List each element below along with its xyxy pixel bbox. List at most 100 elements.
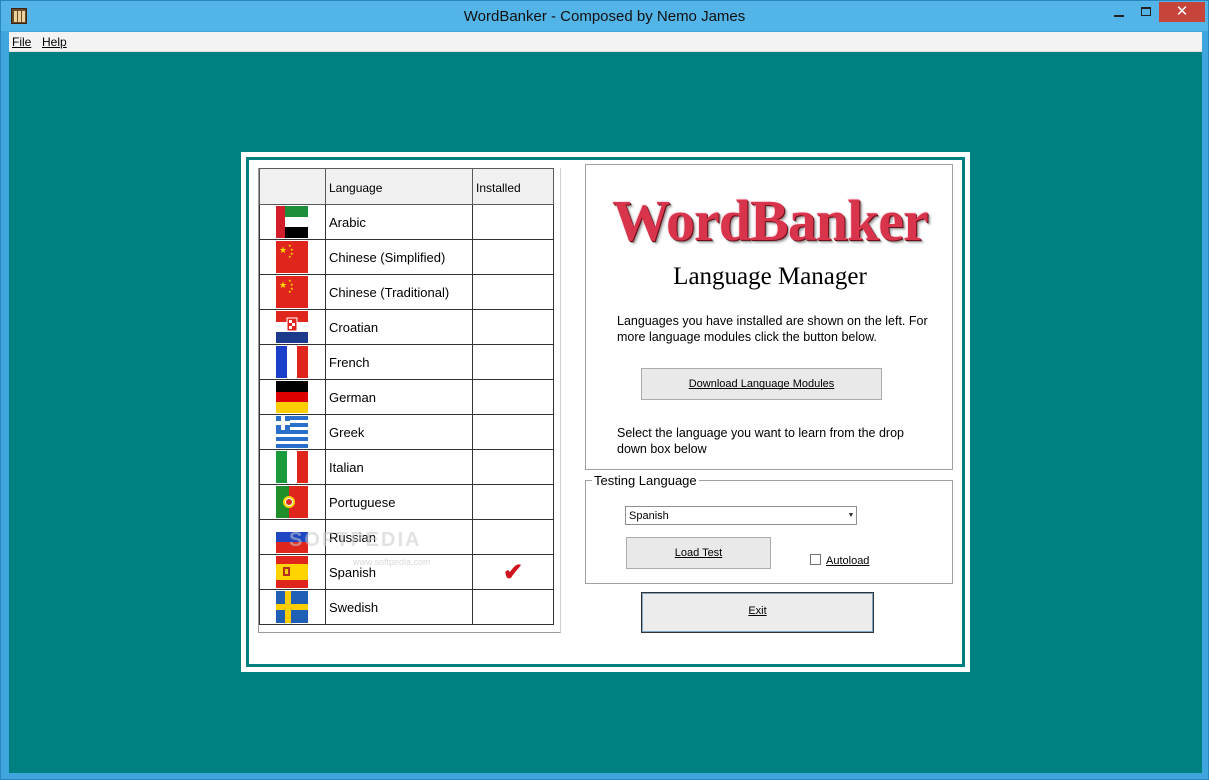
testing-language-legend: Testing Language <box>592 473 699 488</box>
greece-flag-icon <box>276 416 308 448</box>
table-row[interactable]: Italian <box>259 450 554 485</box>
table-row[interactable]: Arabic <box>259 205 554 240</box>
flag-cell[interactable] <box>259 310 326 345</box>
installed-cell[interactable]: ✔ <box>473 555 554 590</box>
chevron-down-icon[interactable]: ▼ <box>847 508 855 523</box>
flag-cell[interactable] <box>259 520 326 555</box>
flag-cell[interactable]: ★ ★ ★ ★ ★ <box>259 275 326 310</box>
language-cell[interactable]: Swedish <box>326 590 473 625</box>
language-cell[interactable]: Croatian <box>326 310 473 345</box>
info-box: WordBanker Language Manager Languages yo… <box>585 164 953 470</box>
sweden-flag-icon <box>276 591 308 623</box>
installed-cell[interactable] <box>473 380 554 415</box>
language-cell[interactable]: Spanish <box>326 555 473 590</box>
testing-language-group: Testing Language Spanish ▼ Load Test Aut… <box>585 473 953 584</box>
svg-text:★: ★ <box>288 289 292 294</box>
exit-button[interactable]: Exit <box>641 592 874 633</box>
flag-cell[interactable] <box>259 450 326 485</box>
table-row[interactable]: Greek <box>259 415 554 450</box>
grid-header: Language Installed <box>259 168 554 205</box>
table-row[interactable]: ★ ★ ★ ★ ★ Chinese (Simplified) <box>259 240 554 275</box>
flag-cell[interactable] <box>259 485 326 520</box>
table-row[interactable]: ★ ★ ★ ★ ★ Chinese (Traditional) <box>259 275 554 310</box>
russia-flag-icon <box>276 521 308 553</box>
wordbanker-logo: WordBanker <box>612 188 929 253</box>
header-language[interactable]: Language <box>326 168 473 205</box>
load-test-button[interactable]: Load Test <box>626 537 771 569</box>
svg-text:★: ★ <box>288 254 292 259</box>
uae-flag-icon <box>276 206 308 238</box>
flag-cell[interactable] <box>259 590 326 625</box>
table-row[interactable]: Swedish <box>259 590 554 625</box>
minimize-icon <box>1114 15 1124 17</box>
language-select-value: Spanish <box>629 510 669 522</box>
close-button[interactable]: ✕ <box>1159 2 1205 22</box>
flag-cell[interactable] <box>259 415 326 450</box>
checkmark-icon: ✔ <box>502 559 524 586</box>
installed-cell[interactable] <box>473 310 554 345</box>
autoload-label[interactable]: Autoload <box>826 555 869 567</box>
table-row[interactable]: Russian <box>259 520 554 555</box>
menu-help[interactable]: Help <box>42 35 67 49</box>
installed-info-text: Languages you have installed are shown o… <box>617 314 928 344</box>
installed-cell[interactable] <box>473 240 554 275</box>
spain-flag-icon <box>276 556 308 588</box>
flag-cell[interactable] <box>259 555 326 590</box>
download-modules-button[interactable]: Download Language Modules <box>641 368 882 400</box>
installed-cell[interactable] <box>473 485 554 520</box>
language-cell[interactable]: Chinese (Simplified) <box>326 240 473 275</box>
maximize-icon <box>1141 7 1151 16</box>
china-flag-icon: ★ ★ ★ ★ ★ <box>276 241 308 273</box>
language-grid[interactable]: Language Installed Arabic ★ ★ ★ ★ ★ Chinese (S… <box>258 168 561 633</box>
menu-file[interactable]: File <box>12 35 31 49</box>
language-select[interactable]: Spanish ▼ <box>625 506 857 525</box>
table-row[interactable]: Spanish ✔ <box>259 555 554 590</box>
autoload-checkbox[interactable]: Autoload <box>810 554 869 567</box>
flag-cell[interactable] <box>259 205 326 240</box>
installed-cell[interactable] <box>473 345 554 380</box>
table-row[interactable]: French <box>259 345 554 380</box>
installed-cell[interactable] <box>473 415 554 450</box>
installed-cell[interactable] <box>473 205 554 240</box>
language-cell[interactable]: Arabic <box>326 205 473 240</box>
minimize-button[interactable] <box>1105 2 1133 23</box>
language-cell[interactable]: German <box>326 380 473 415</box>
svg-text:★: ★ <box>279 245 287 255</box>
installed-cell[interactable] <box>473 520 554 555</box>
maximize-button[interactable] <box>1133 2 1159 23</box>
installed-cell[interactable] <box>473 450 554 485</box>
language-cell[interactable]: Chinese (Traditional) <box>326 275 473 310</box>
flag-cell[interactable] <box>259 380 326 415</box>
germany-flag-icon <box>276 381 308 413</box>
client-area: Language Installed Arabic ★ ★ ★ ★ ★ Chinese (S… <box>9 52 1202 773</box>
italy-flag-icon <box>276 451 308 483</box>
close-icon: ✕ <box>1175 3 1189 20</box>
menu-bar: File Help <box>9 32 1202 52</box>
window-title: WordBanker - Composed by Nemo James <box>463 8 746 25</box>
language-cell[interactable]: Greek <box>326 415 473 450</box>
language-manager-panel: Language Installed Arabic ★ ★ ★ ★ ★ Chinese (S… <box>241 152 970 672</box>
flag-cell[interactable] <box>259 345 326 380</box>
flag-cell[interactable]: ★ ★ ★ ★ ★ <box>259 240 326 275</box>
table-row[interactable]: Portuguese <box>259 485 554 520</box>
language-cell[interactable]: Russian <box>326 520 473 555</box>
language-cell[interactable]: Italian <box>326 450 473 485</box>
table-row[interactable]: German <box>259 380 554 415</box>
select-info-text: Select the language you want to learn fr… <box>617 426 904 456</box>
autoload-checkbox-box[interactable] <box>810 554 821 565</box>
france-flag-icon <box>276 346 308 378</box>
language-cell[interactable]: Portuguese <box>326 485 473 520</box>
title-bar[interactable]: WordBanker - Composed by Nemo James ✕ <box>1 1 1208 31</box>
header-flag[interactable] <box>259 168 326 205</box>
china-flag-icon: ★ ★ ★ ★ ★ <box>276 276 308 308</box>
installed-cell[interactable] <box>473 275 554 310</box>
app-window: WordBanker - Composed by Nemo James ✕ Fi… <box>0 0 1209 780</box>
installed-cell[interactable] <box>473 590 554 625</box>
portugal-flag-icon <box>276 486 308 518</box>
language-cell[interactable]: French <box>326 345 473 380</box>
page-title: Language Manager <box>673 263 867 290</box>
croatia-flag-icon <box>276 311 308 343</box>
svg-text:★: ★ <box>279 280 287 290</box>
header-installed[interactable]: Installed <box>473 168 554 205</box>
table-row[interactable]: Croatian <box>259 310 554 345</box>
